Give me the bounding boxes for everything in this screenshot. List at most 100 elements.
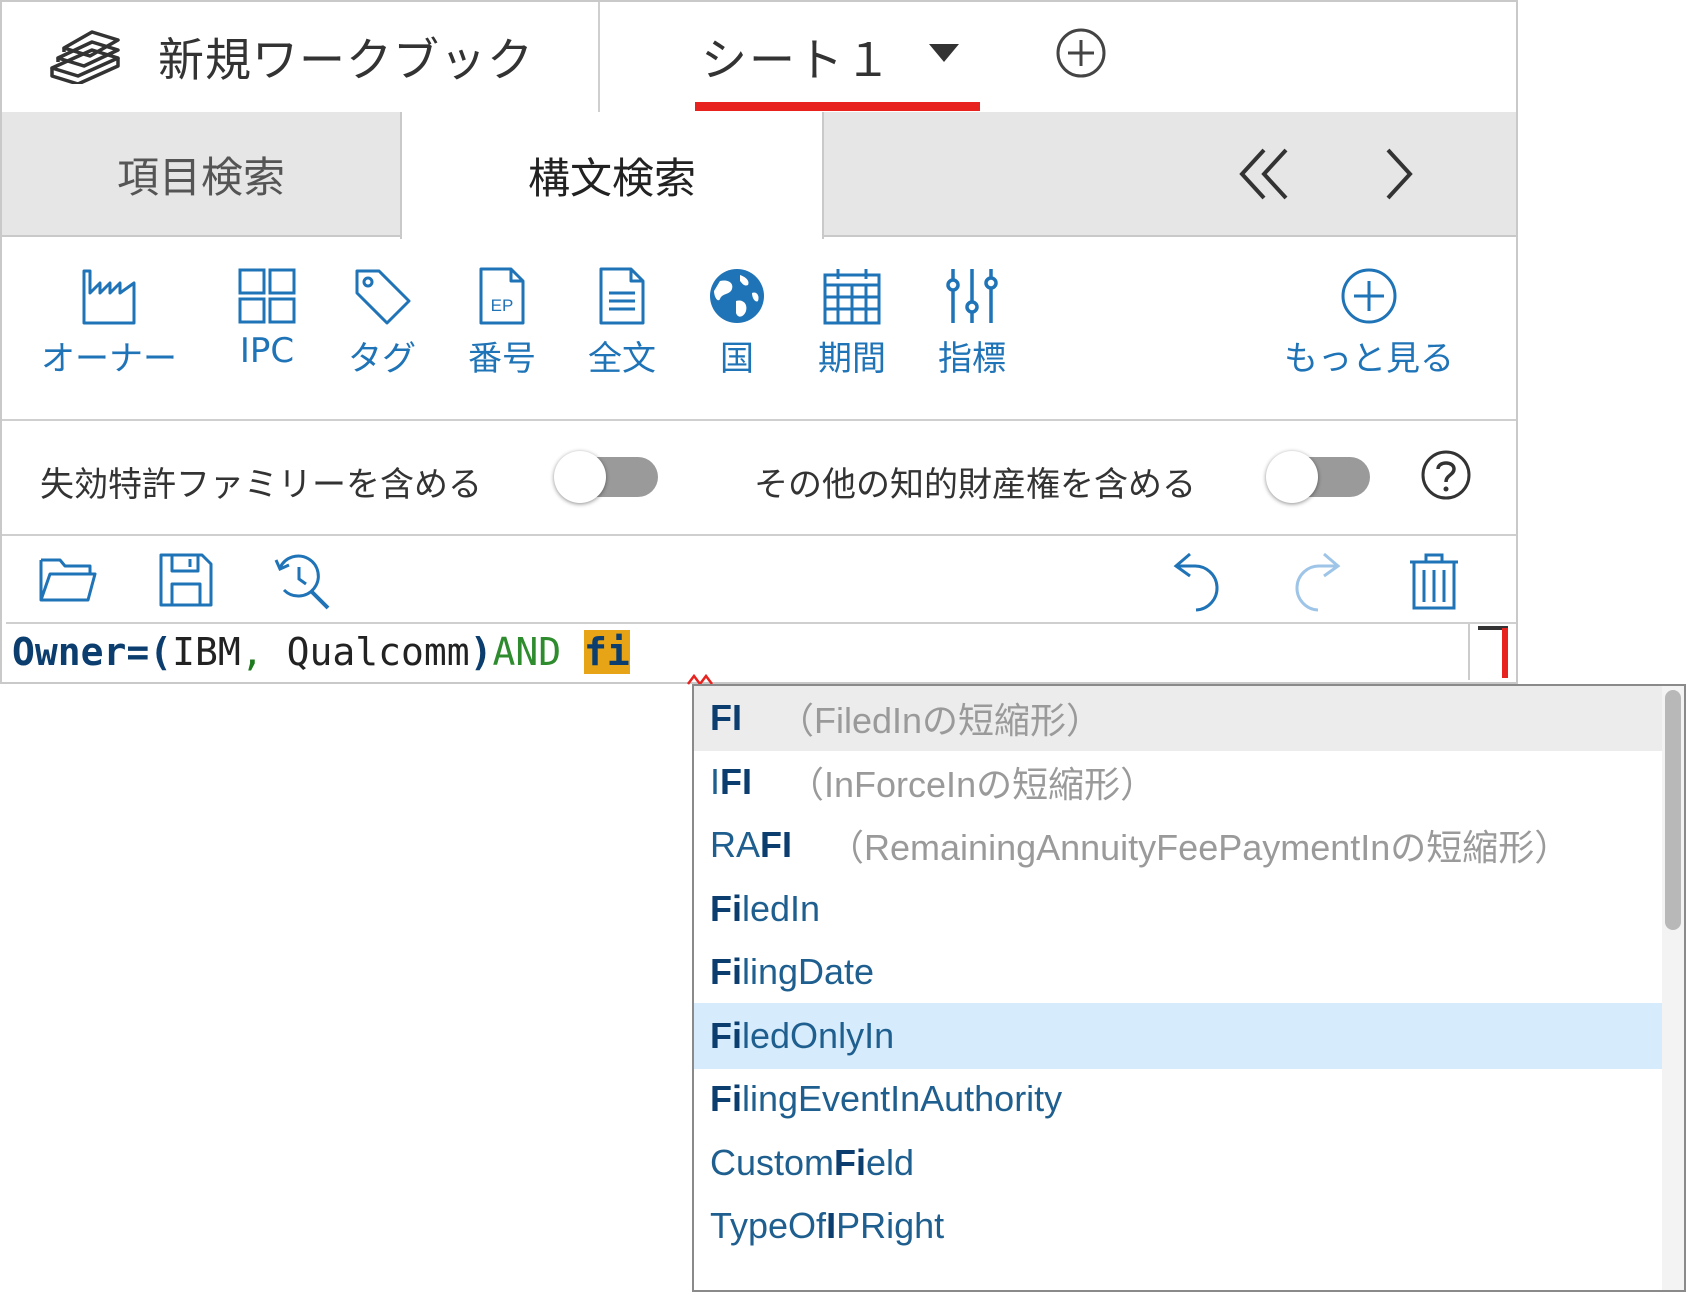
query-close-paren: ) [469, 630, 493, 674]
autocomplete-item[interactable]: Custom Fi eld [694, 1130, 1662, 1196]
autocomplete-item-suffix: lingDate [742, 951, 875, 992]
autocomplete-item-match: Fi [710, 888, 742, 929]
redo-icon[interactable] [1286, 552, 1344, 612]
expired-family-label: 失効特許ファミリーを含める [40, 465, 482, 505]
workbook-header: 新規ワークブック シート１ [2, 2, 1516, 114]
query-and-operator: AND [492, 630, 562, 674]
autocomplete-item-suffix: ledIn [742, 888, 821, 929]
collapse-double-chevron-icon[interactable] [1234, 144, 1294, 204]
autocomplete-item-suffix: eld [866, 1142, 915, 1183]
scrollbar-thumb[interactable] [1665, 690, 1681, 930]
autocomplete-item-hint: （RemainingAnnuityFeePaymentInの短縮形） [828, 827, 1571, 868]
autocomplete-item-match: FI [720, 761, 753, 802]
active-sheet-underline [695, 102, 980, 111]
tool-metrics[interactable]: 指標 [922, 267, 1022, 380]
help-icon[interactable] [1420, 449, 1472, 501]
autocomplete-item-prefix: I [710, 761, 721, 802]
save-icon[interactable] [158, 552, 214, 608]
autocomplete-item-match: Fi [710, 951, 742, 992]
header-divider [598, 2, 600, 112]
books-icon [50, 30, 120, 84]
tool-fulltext-label: 全文 [588, 339, 656, 379]
sliders-icon [946, 269, 998, 323]
autocomplete-dropdown[interactable]: FI （FiledInの短縮形） I FI （InForceInの短縮形） RA FI （Re… [692, 684, 1686, 1292]
toggle-knob [554, 451, 606, 503]
search-field-toolbar: オーナー IPC タグ EP 番号 全文 国 期間 指標 もっと見る [2, 237, 1516, 421]
autocomplete-item-prefix: Custom [710, 1142, 835, 1183]
tool-ipc[interactable]: IPC [217, 267, 317, 371]
undo-icon[interactable] [1170, 552, 1228, 612]
autocomplete-item-hint: （InForceInの短縮形） [788, 764, 1157, 805]
autocomplete-item-suffix: PRight [836, 1205, 945, 1246]
workbook-title[interactable]: 新規ワークブック [158, 24, 534, 90]
tool-fulltext[interactable]: 全文 [577, 267, 667, 380]
editor-scrollbar[interactable] [1468, 624, 1518, 680]
add-sheet-plus-icon[interactable] [1055, 27, 1107, 79]
sheet-label: シート１ [701, 33, 893, 87]
tab-item-search[interactable]: 項目検索 [2, 112, 400, 237]
autocomplete-item[interactable]: Fi ledOnlyIn [694, 1003, 1662, 1069]
autocomplete-item-suffix: ledOnlyIn [742, 1015, 895, 1056]
query-text: Owner=(IBM, Qualcomm)AND fi [12, 628, 630, 676]
autocomplete-item-match: Fi [710, 1015, 742, 1056]
autocomplete-item-prefix: TypeOf [710, 1205, 827, 1246]
search-panel: 新規ワークブック シート１ 項目検索 構文検索 オーナー IPC タグ EP 番… [0, 0, 1518, 684]
expired-family-toggle[interactable] [554, 451, 658, 503]
tool-number-label: 番号 [468, 339, 536, 379]
autocomplete-item-match: Fi [710, 1078, 742, 1119]
autocomplete-item-match: FI [710, 697, 742, 738]
plus-circle-icon [1341, 268, 1397, 324]
autocomplete-item[interactable]: FI （FiledInの短縮形） [694, 686, 1662, 751]
other-ip-label: その他の知的財産権を含める [754, 465, 1196, 505]
tool-more-label: もっと見る [1284, 339, 1454, 379]
tool-owner[interactable]: オーナー [40, 267, 178, 380]
tool-period[interactable]: 期間 [802, 267, 902, 380]
autocomplete-item-hint: （FiledInの短縮形） [778, 700, 1103, 741]
autocomplete-item[interactable]: Fi lingEventInAuthority [694, 1066, 1662, 1132]
tab-syntax-search[interactable]: 構文検索 [400, 112, 824, 239]
query-value-ibm: IBM [172, 630, 241, 674]
autocomplete-item[interactable]: Fi ledIn [694, 876, 1662, 942]
tool-number[interactable]: EP 番号 [457, 267, 547, 380]
factory-icon [82, 269, 136, 325]
autocomplete-item-match: FI [760, 824, 793, 865]
autocomplete-item-suffix: lingEventInAuthority [742, 1078, 1063, 1119]
editor-actions [2, 534, 1516, 624]
tool-owner-label: オーナー [41, 339, 177, 379]
tool-metrics-label: 指標 [938, 339, 1006, 379]
globe-icon [710, 269, 764, 323]
trash-icon[interactable] [1406, 552, 1462, 610]
autocomplete-scrollbar[interactable] [1662, 686, 1684, 1290]
query-operator: =( [126, 630, 173, 674]
tool-period-label: 期間 [818, 339, 886, 379]
tool-country[interactable]: 国 [692, 267, 782, 380]
tool-tag[interactable]: タグ [337, 267, 427, 380]
chevron-right-icon[interactable] [1378, 144, 1418, 204]
calendar-icon [823, 269, 881, 325]
autocomplete-item[interactable]: I FI （InForceInの短縮形） [694, 749, 1662, 815]
tool-ipc-label: IPC [239, 331, 295, 371]
svg-text:EP: EP [491, 296, 514, 315]
autocomplete-item-match: I [826, 1205, 837, 1246]
other-ip-toggle[interactable] [1266, 451, 1370, 503]
autocomplete-item[interactable]: RA FI （RemainingAnnuityFeePaymentInの短縮形） [694, 812, 1662, 878]
history-search-icon[interactable] [272, 552, 334, 612]
autocomplete-item-match: Fi [834, 1142, 867, 1183]
grid-icon [238, 268, 296, 324]
tool-tag-label: タグ [348, 339, 416, 379]
sheet-tab-active[interactable]: シート１ [695, 2, 980, 112]
toggle-knob [1266, 451, 1318, 503]
tool-country-label: 国 [720, 339, 754, 379]
query-value-qualcomm: Qualcomm [263, 630, 470, 674]
open-folder-icon[interactable] [38, 552, 98, 604]
query-owner-keyword: Owner [12, 630, 127, 674]
autocomplete-item[interactable]: TypeOf I PRight [694, 1193, 1662, 1259]
sheet-dropdown-caret-icon[interactable] [929, 44, 959, 62]
autocomplete-item-prefix: RA [710, 824, 761, 865]
tool-more[interactable]: もっと見る [1274, 267, 1464, 380]
search-mode-tabs: 項目検索 構文検索 [2, 112, 1516, 239]
tag-icon [355, 269, 411, 325]
options-row: 失効特許ファミリーを含める その他の知的財産権を含める [2, 419, 1516, 536]
autocomplete-item[interactable]: Fi lingDate [694, 939, 1662, 1005]
query-editor[interactable]: Owner=(IBM, Qualcomm)AND fi [6, 622, 1516, 684]
